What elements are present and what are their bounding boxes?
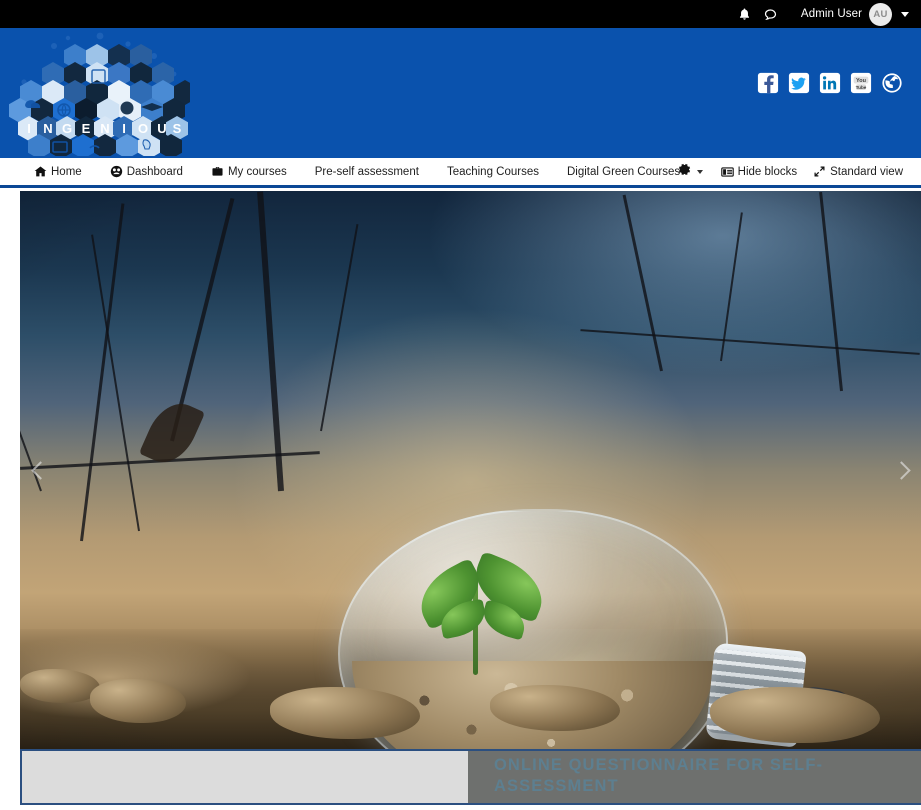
hero-carousel[interactable]: [20, 191, 921, 749]
svg-text:I: I: [122, 121, 126, 136]
top-utility-bar: Admin User AU: [0, 0, 921, 28]
nav-label: My courses: [227, 165, 287, 178]
user-name-label: Admin User: [800, 8, 862, 20]
nav-label: Teaching Courses: [446, 165, 539, 178]
carousel-prev-button[interactable]: [20, 191, 60, 749]
nav-item-pre-self-assessment[interactable]: Pre-self assessment: [301, 158, 433, 185]
caption-left-panel: [20, 749, 468, 805]
blocks-icon: [720, 165, 734, 178]
nav-item-home[interactable]: Home: [0, 158, 96, 185]
svg-text:S: S: [173, 121, 182, 136]
twitter-icon[interactable]: [788, 72, 810, 94]
main-navbar: Home Dashboard My courses Pre-self asses…: [0, 158, 921, 188]
svg-text:I: I: [27, 121, 31, 136]
nav-label: Dashboard: [126, 165, 183, 178]
bell-icon[interactable]: [737, 6, 753, 22]
globe-icon[interactable]: [881, 72, 903, 94]
carousel-slide-image: [20, 191, 921, 749]
avatar: AU: [869, 2, 892, 26]
nav-item-dashboard[interactable]: Dashboard: [96, 158, 197, 185]
chevron-down-icon: [696, 169, 703, 174]
brand-header: I N G E N I O U S You Tube: [0, 28, 921, 158]
navbar-items: Home Dashboard My courses Pre-self asses…: [0, 158, 694, 185]
topbar-icon-group: [737, 6, 779, 22]
site-logo[interactable]: I N G E N I O U S: [8, 30, 190, 156]
chevron-down-icon: [901, 11, 909, 17]
page-content: ONLINE QUESTIONNAIRE FOR SELF-ASSESSMENT: [0, 188, 921, 805]
nav-label: Pre-self assessment: [314, 165, 419, 178]
hide-blocks-button[interactable]: Hide blocks: [715, 158, 803, 185]
chevron-right-icon: [891, 460, 911, 480]
svg-text:Tube: Tube: [856, 85, 867, 90]
svg-text:G: G: [62, 121, 72, 136]
youtube-icon[interactable]: You Tube: [850, 72, 872, 94]
nav-label: Digital Green Courses: [567, 165, 681, 178]
gear-icon: [677, 162, 692, 182]
carousel-next-button[interactable]: [881, 191, 921, 749]
expand-icon: [813, 165, 826, 178]
carousel-caption-row: ONLINE QUESTIONNAIRE FOR SELF-ASSESSMENT: [20, 749, 921, 805]
svg-text:O: O: [138, 121, 148, 136]
carousel-caption-title: ONLINE QUESTIONNAIRE FOR SELF-ASSESSMENT: [494, 756, 824, 796]
facebook-icon[interactable]: [757, 72, 779, 94]
social-links: You Tube: [757, 72, 903, 94]
nav-item-my-courses[interactable]: My courses: [197, 158, 301, 185]
nav-label: Standard view: [830, 165, 903, 178]
user-menu[interactable]: Admin User AU: [800, 2, 913, 26]
standard-view-button[interactable]: Standard view: [807, 158, 909, 185]
svg-text:N: N: [100, 121, 109, 136]
settings-menu-button[interactable]: [669, 158, 711, 185]
navbar-right-actions: Hide blocks Standard view: [669, 158, 909, 185]
dashboard-icon: [110, 165, 123, 178]
chevron-left-icon: [30, 460, 50, 480]
nav-item-teaching-courses[interactable]: Teaching Courses: [433, 158, 553, 185]
briefcase-icon: [211, 165, 224, 178]
svg-text:You: You: [856, 78, 866, 84]
home-icon: [34, 165, 47, 178]
svg-text:N: N: [43, 121, 52, 136]
chat-bubble-icon[interactable]: [763, 6, 779, 22]
svg-text:E: E: [82, 121, 91, 136]
nav-label: Home: [51, 165, 82, 178]
nav-label: Hide blocks: [737, 165, 798, 178]
svg-text:U: U: [157, 121, 166, 136]
linkedin-icon[interactable]: [819, 72, 841, 94]
caption-right-panel[interactable]: ONLINE QUESTIONNAIRE FOR SELF-ASSESSMENT: [468, 749, 921, 805]
